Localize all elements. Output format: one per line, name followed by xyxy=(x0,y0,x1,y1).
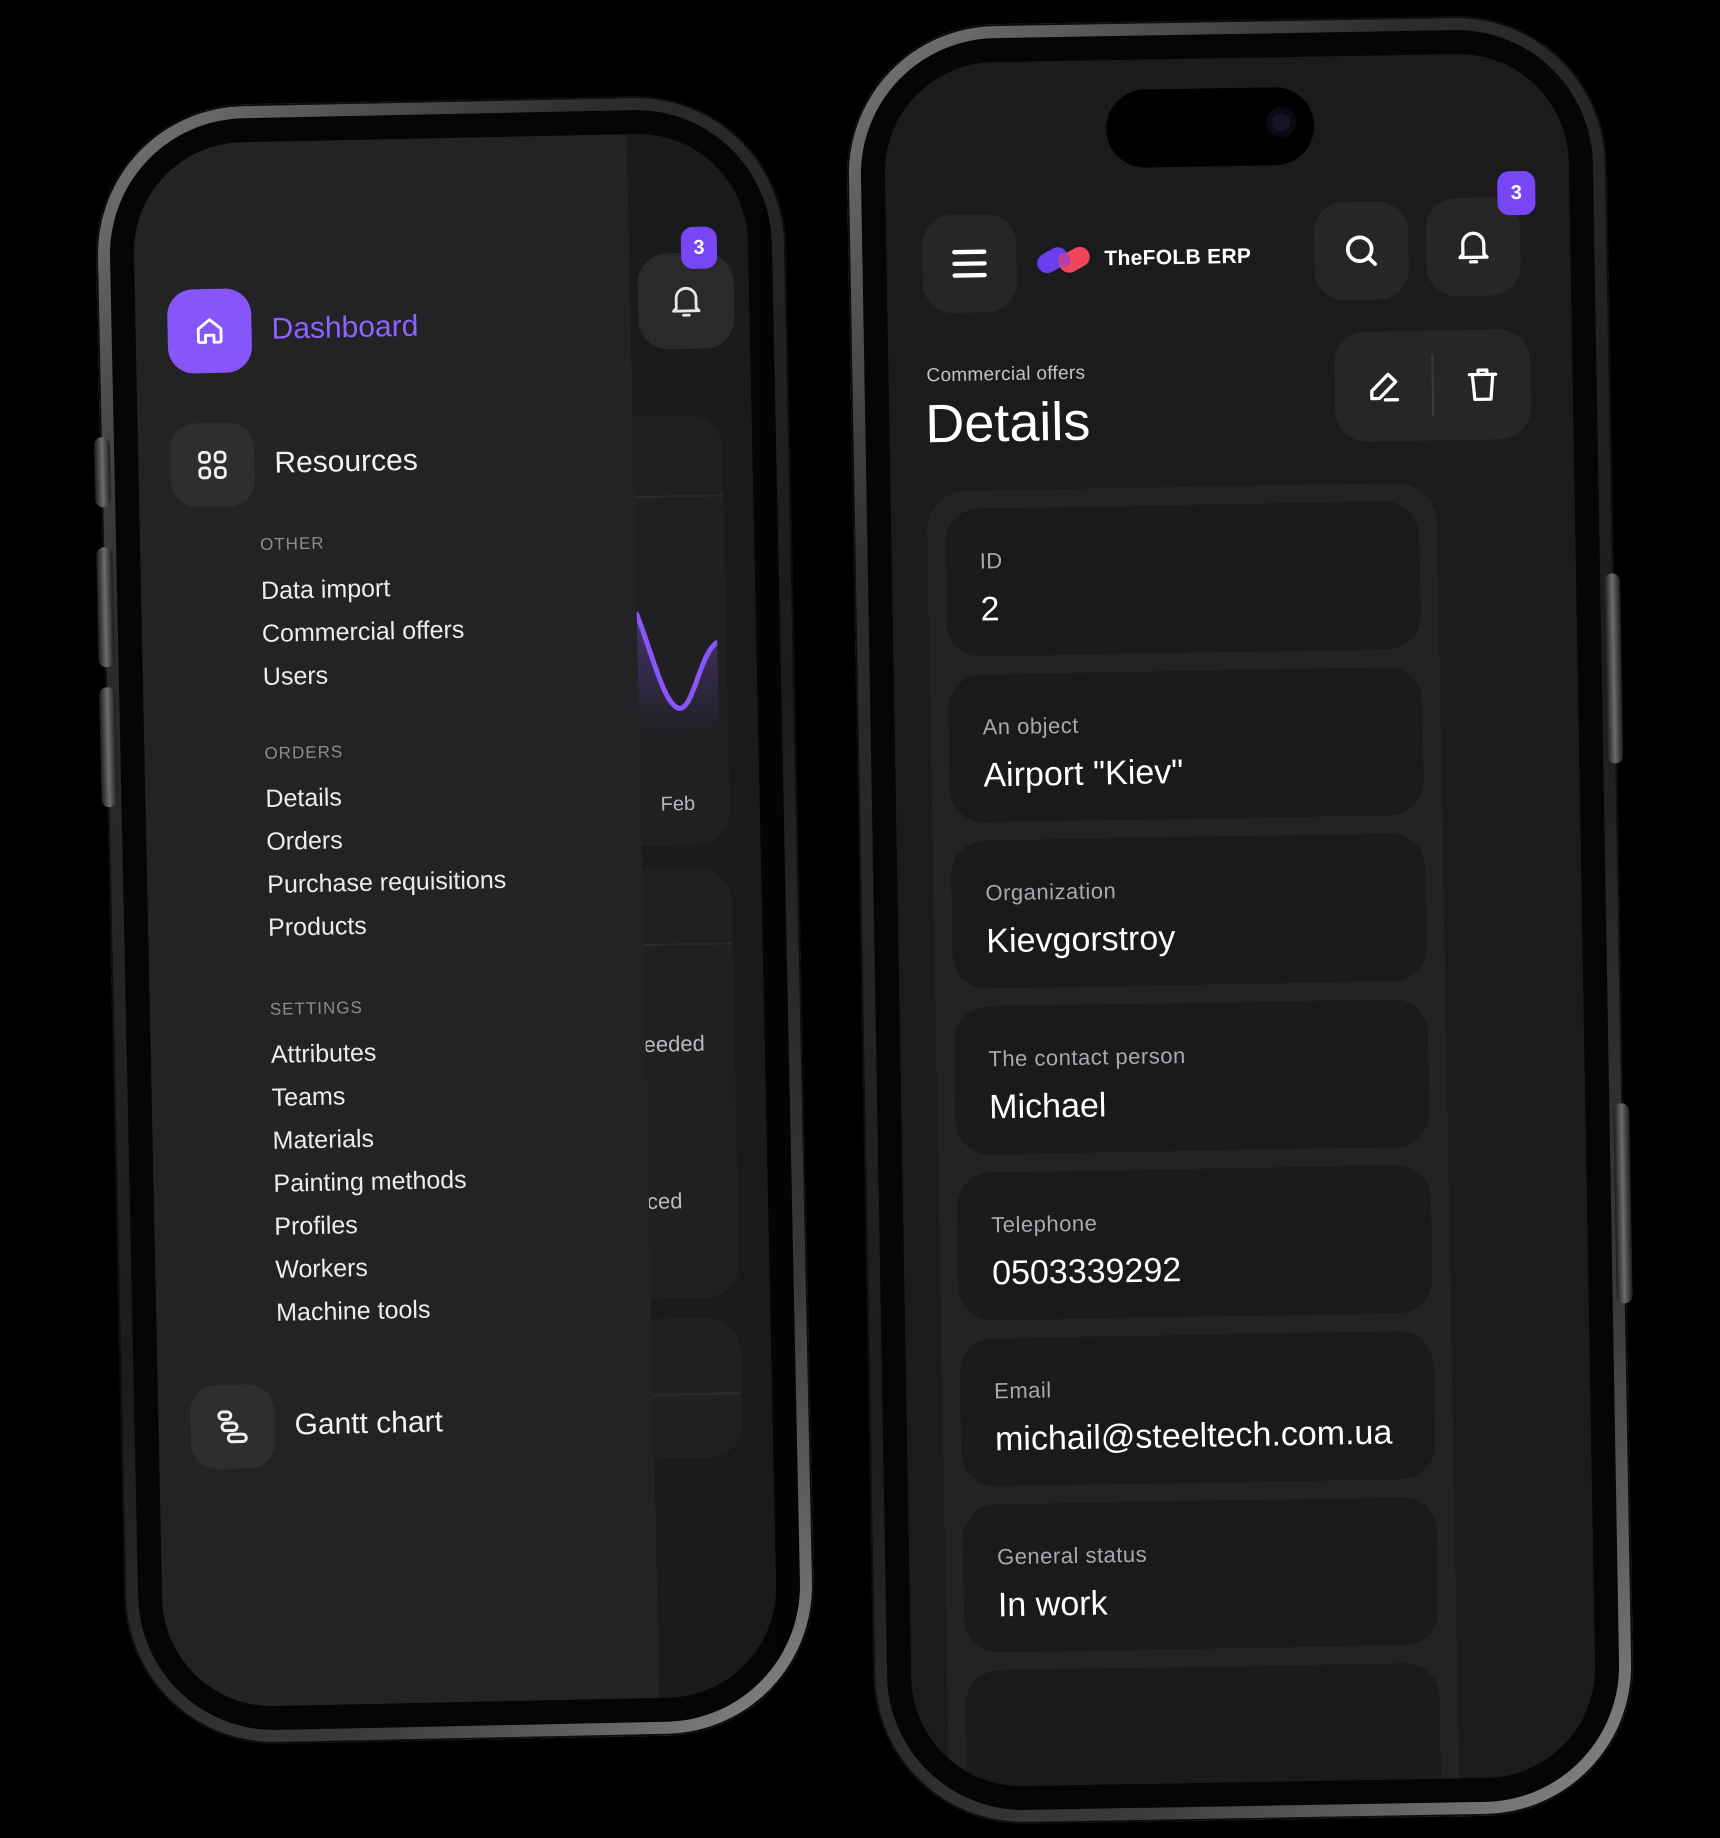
search-icon xyxy=(1345,235,1377,266)
section-settings-heading: SETTINGS xyxy=(269,997,364,1019)
nav-gantt-label: Gantt chart xyxy=(294,1405,444,1442)
breadcrumb[interactable]: Commercial offers xyxy=(926,363,1085,388)
menu-item-products[interactable]: Products xyxy=(268,902,508,950)
field-label: An object xyxy=(982,712,1080,740)
menu-item-commercial-offers[interactable]: Commercial offers xyxy=(262,609,465,656)
menu-icon xyxy=(952,249,987,278)
home-icon-button xyxy=(166,288,253,374)
menu-item-materials[interactable]: Materials xyxy=(272,1116,466,1163)
dynamic-island xyxy=(1105,86,1315,169)
right-screen: TheFOLB ERP 3 Commercial offers Details … xyxy=(883,52,1597,1788)
folb-logo-icon xyxy=(1037,246,1090,274)
edit-icon xyxy=(1369,372,1399,402)
nav-gantt-chart[interactable]: Gantt chart xyxy=(189,1380,444,1470)
volume-down-button xyxy=(99,687,118,808)
field-label: General status xyxy=(996,1541,1148,1570)
field-value: Kievgorstroy xyxy=(986,919,1176,961)
gantt-icon xyxy=(217,1410,248,1444)
menu-item-purchase-requisitions[interactable]: Purchase requisitions xyxy=(267,859,507,907)
power-button xyxy=(1604,573,1624,764)
app-name: TheFOLB ERP xyxy=(1104,244,1252,271)
camera-button xyxy=(1613,1103,1633,1304)
record-actions xyxy=(1333,328,1532,443)
field-value: Airport "Kiev" xyxy=(983,752,1184,795)
field-label: The contact person xyxy=(988,1042,1186,1072)
menu-item-orders[interactable]: Orders xyxy=(266,816,506,864)
field-id: ID 2 xyxy=(944,500,1422,658)
bell-icon xyxy=(1458,231,1489,264)
menu-item-painting-methods[interactable]: Painting methods xyxy=(273,1159,467,1206)
stat-card xyxy=(641,867,740,1299)
notification-badge: 3 xyxy=(1496,170,1536,216)
bottom-card xyxy=(651,1317,744,1459)
field-value: Michael xyxy=(988,1086,1107,1127)
field-telephone: Telephone 0503339292 xyxy=(956,1164,1433,1321)
section-orders-list: Details Orders Purchase requisitions Pro… xyxy=(265,773,508,950)
left-screen: 3 Feb eeded ced Dashboard Resources OTHE… xyxy=(131,131,779,1709)
field-partial xyxy=(965,1662,1442,1788)
field-label: Telephone xyxy=(991,1210,1098,1238)
section-other-list: Data import Commercial offers Users xyxy=(261,566,466,699)
nav-resources-label: Resources xyxy=(274,443,419,480)
page-title: Details xyxy=(924,391,1091,455)
edit-button[interactable] xyxy=(1334,331,1433,443)
menu-item-details[interactable]: Details xyxy=(265,773,505,821)
grid-icon xyxy=(198,450,227,480)
nav-resources[interactable]: Resources xyxy=(169,419,419,508)
field-value: 2 xyxy=(980,590,1000,629)
volume-up-button xyxy=(96,547,115,668)
app-logo[interactable]: TheFOLB ERP xyxy=(1034,240,1251,278)
gantt-icon-button xyxy=(189,1383,276,1470)
field-object: An object Airport "Kiev" xyxy=(947,666,1425,824)
field-label: Email xyxy=(993,1377,1052,1404)
menu-button[interactable] xyxy=(921,213,1018,314)
menu-item-data-import[interactable]: Data import xyxy=(261,566,464,613)
field-label: Organization xyxy=(985,878,1117,906)
chart-month-label: Feb xyxy=(660,792,696,816)
action-button xyxy=(93,437,112,508)
menu-item-teams[interactable]: Teams xyxy=(271,1073,465,1120)
partial-text-2: ced xyxy=(646,1188,683,1215)
field-email: Email michail@steeltech.com.ua xyxy=(959,1330,1436,1487)
menu-item-machine-tools[interactable]: Machine tools xyxy=(276,1288,470,1335)
nav-dashboard-label: Dashboard xyxy=(271,309,419,346)
menu-item-workers[interactable]: Workers xyxy=(275,1245,469,1292)
grid-icon-button xyxy=(169,422,256,508)
bell-icon xyxy=(672,286,701,317)
field-label: ID xyxy=(979,548,1003,574)
field-value: In work xyxy=(997,1584,1108,1625)
field-general-status: General status In work xyxy=(962,1496,1439,1653)
trash-icon xyxy=(1467,368,1497,402)
nav-dashboard[interactable]: Dashboard xyxy=(166,285,419,374)
field-value: michail@steeltech.com.ua xyxy=(994,1413,1393,1459)
field-organization: Organization Kievgorstroy xyxy=(950,832,1428,990)
home-icon xyxy=(196,318,223,344)
menu-item-attributes[interactable]: Attributes xyxy=(270,1030,464,1077)
notification-badge: 3 xyxy=(680,226,718,270)
details-card: ID 2 An object Airport "Kiev" Organizati… xyxy=(926,482,1460,1788)
phone-right: TheFOLB ERP 3 Commercial offers Details … xyxy=(844,13,1636,1827)
section-other-heading: OTHER xyxy=(259,533,325,554)
chart-line xyxy=(636,611,720,735)
section-settings-list: Attributes Teams Materials Painting meth… xyxy=(270,1030,469,1335)
search-button[interactable] xyxy=(1313,200,1410,301)
partial-text-1: eeded xyxy=(643,1030,706,1058)
delete-button[interactable] xyxy=(1433,329,1532,441)
field-contact-person: The contact person Michael xyxy=(953,998,1430,1155)
section-orders-heading: ORDERS xyxy=(264,742,344,763)
field-value: 0503339292 xyxy=(991,1251,1182,1293)
menu-item-profiles[interactable]: Profiles xyxy=(274,1202,468,1249)
phone-left: 3 Feb eeded ced Dashboard Resources OTHE… xyxy=(92,92,818,1748)
menu-item-users[interactable]: Users xyxy=(262,652,465,699)
navigation-drawer: Dashboard Resources OTHER Data import Co… xyxy=(131,134,660,1709)
